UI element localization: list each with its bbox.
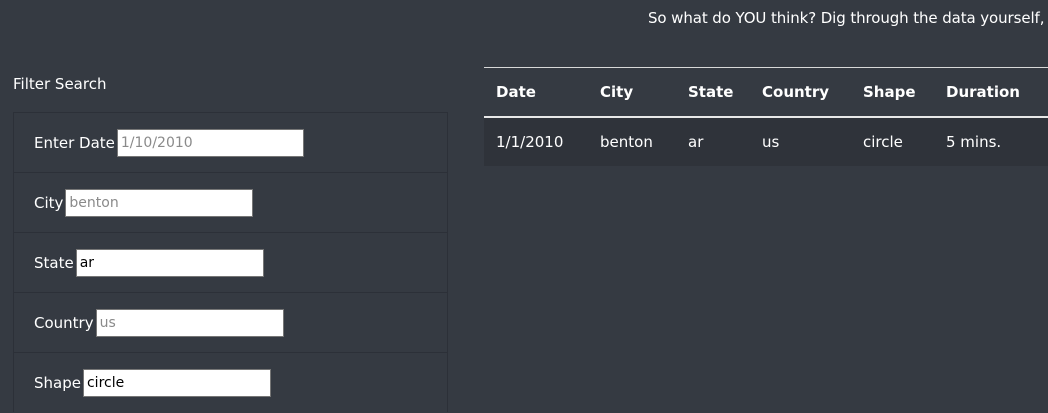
table-header-row: Date City State Country Shape Duration xyxy=(484,68,1048,118)
filter-row-country: Country xyxy=(14,293,447,353)
state-label: State xyxy=(34,253,74,272)
shape-input[interactable] xyxy=(82,369,271,397)
column-header-city: City xyxy=(600,83,634,101)
filter-row-shape: Shape xyxy=(14,353,447,413)
table-row: 1/1/2010 benton ar us circle 5 mins. xyxy=(484,118,1048,166)
column-header-date: Date xyxy=(496,83,536,101)
filter-search-heading: Filter Search xyxy=(13,75,107,93)
intro-text: So what do YOU think? Dig through the da… xyxy=(648,9,1048,27)
date-input[interactable] xyxy=(116,128,304,157)
filter-row-state: State xyxy=(14,233,447,293)
filter-row-date: Enter Date xyxy=(14,113,447,173)
filter-panel: Enter Date City State Country Shape xyxy=(13,112,448,412)
cell-state: ar xyxy=(688,133,704,151)
shape-label: Shape xyxy=(34,374,81,392)
state-input[interactable] xyxy=(75,248,264,277)
country-input[interactable] xyxy=(95,308,284,337)
city-label: City xyxy=(34,193,64,212)
results-table: Date City State Country Shape Duration 1… xyxy=(484,67,1048,166)
column-header-duration: Duration xyxy=(946,83,1020,101)
column-header-state: State xyxy=(688,83,734,101)
city-input[interactable] xyxy=(65,188,254,217)
cell-country: us xyxy=(762,133,780,151)
column-header-shape: Shape xyxy=(863,83,916,101)
cell-shape: circle xyxy=(863,133,903,151)
cell-city: benton xyxy=(600,133,653,151)
cell-date: 1/1/2010 xyxy=(496,133,564,151)
cell-duration: 5 mins. xyxy=(946,133,1002,151)
date-label: Enter Date xyxy=(34,133,115,152)
filter-row-city: City xyxy=(14,173,447,233)
country-label: Country xyxy=(34,313,94,332)
column-header-country: Country xyxy=(762,83,830,101)
